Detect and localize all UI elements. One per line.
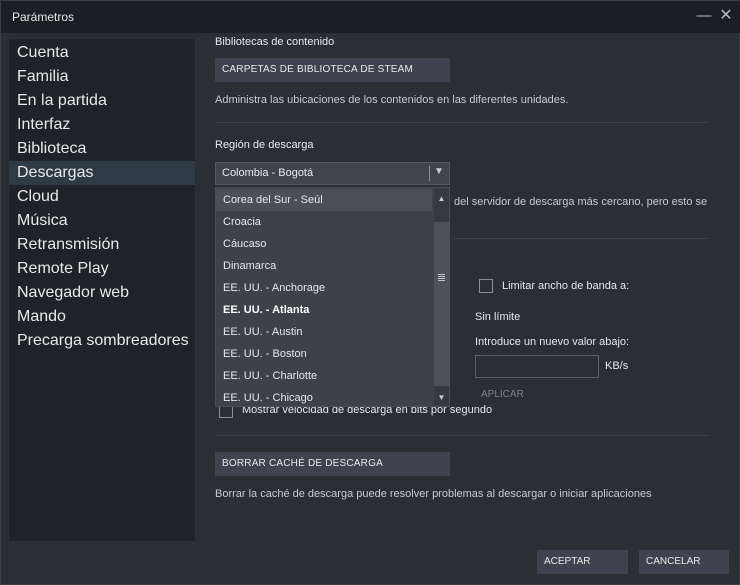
select-separator — [429, 166, 430, 181]
sidebar-item-en-la-partida[interactable]: En la partida — [9, 89, 195, 113]
download-region-dropdown[interactable]: Corea del Sur - Seúl Croacia Cáucaso Din… — [215, 187, 450, 407]
region-option[interactable]: Dinamarca — [216, 255, 432, 277]
clear-cache-description: Borrar la caché de descarga puede resolv… — [215, 488, 652, 500]
region-option[interactable]: Cáucaso — [216, 233, 432, 255]
bandwidth-unit: KB/s — [605, 360, 629, 372]
region-option[interactable]: EE. UU. - Atlanta — [216, 299, 432, 321]
cancel-button[interactable]: CANCELAR — [639, 550, 729, 574]
clear-download-cache-button[interactable]: BORRAR CACHÉ DE DESCARGA — [215, 452, 450, 476]
dropdown-scrollbar[interactable]: ▲ ▼ — [434, 188, 449, 406]
sidebar-item-biblioteca[interactable]: Biblioteca — [9, 137, 195, 161]
sidebar-item-mando[interactable]: Mando — [9, 305, 195, 329]
bandwidth-input[interactable] — [475, 355, 599, 378]
sidebar-item-familia[interactable]: Familia — [9, 65, 195, 89]
content-libraries-title: Bibliotecas de contenido — [215, 36, 335, 48]
sidebar-item-musica[interactable]: Música — [9, 209, 195, 233]
sidebar-item-interfaz[interactable]: Interfaz — [9, 113, 195, 137]
download-region-title: Región de descarga — [215, 139, 314, 151]
sidebar-item-cuenta[interactable]: Cuenta — [9, 41, 195, 65]
window-title: Parámetros — [12, 10, 75, 24]
divider — [215, 122, 708, 123]
settings-window: Parámetros — ✕ Cuenta Familia En la part… — [0, 0, 740, 585]
region-option[interactable]: Croacia — [216, 211, 432, 233]
scroll-up-icon[interactable]: ▲ — [436, 194, 447, 203]
region-option[interactable]: EE. UU. - Boston — [216, 343, 432, 365]
region-option[interactable]: EE. UU. - Austin — [216, 321, 432, 343]
close-icon[interactable]: ✕ — [717, 7, 735, 25]
sidebar-item-precarga-sombreadores[interactable]: Precarga sombreadores — [9, 329, 195, 353]
limit-bandwidth-checkbox[interactable] — [479, 279, 493, 293]
sidebar-item-retransmision[interactable]: Retransmisión — [9, 233, 195, 257]
grip-icon — [438, 274, 445, 282]
divider — [454, 238, 708, 239]
settings-sidebar: Cuenta Familia En la partida Interfaz Bi… — [9, 39, 195, 541]
chevron-down-icon[interactable]: ▼ — [434, 166, 444, 177]
title-bar[interactable]: Parámetros — ✕ — [1, 1, 740, 33]
apply-button[interactable]: APLICAR — [481, 389, 524, 400]
limit-bandwidth-label: Limitar ancho de banda a: — [502, 280, 630, 292]
bandwidth-current: Sin límite — [475, 311, 521, 323]
scrollbar-thumb[interactable] — [434, 222, 449, 386]
sidebar-item-cloud[interactable]: Cloud — [9, 185, 195, 209]
bandwidth-prompt: Introduce un nuevo valor abajo: — [475, 336, 630, 348]
region-description: del servidor de descarga más cercano, pe… — [454, 196, 708, 208]
minimize-icon[interactable]: — — [695, 7, 713, 25]
download-region-value: Colombia - Bogotá — [222, 167, 314, 179]
region-option[interactable]: EE. UU. - Chicago — [216, 387, 432, 406]
sidebar-item-navegador-web[interactable]: Navegador web — [9, 281, 195, 305]
content-libraries-description: Administra las ubicaciones de los conten… — [215, 94, 569, 106]
download-region-select[interactable]: Colombia - Bogotá ▼ — [215, 162, 450, 185]
region-option[interactable]: EE. UU. - Charlotte — [216, 365, 432, 387]
sidebar-item-descargas[interactable]: Descargas — [9, 161, 195, 185]
accept-button[interactable]: ACEPTAR — [537, 550, 628, 574]
sidebar-item-remote-play[interactable]: Remote Play — [9, 257, 195, 281]
region-option[interactable]: EE. UU. - Anchorage — [216, 277, 432, 299]
scroll-down-icon[interactable]: ▼ — [436, 393, 447, 402]
divider — [215, 435, 708, 436]
steam-library-folders-button[interactable]: CARPETAS DE BIBLIOTECA DE STEAM — [215, 58, 450, 82]
region-option[interactable]: Corea del Sur - Seúl — [216, 189, 432, 211]
